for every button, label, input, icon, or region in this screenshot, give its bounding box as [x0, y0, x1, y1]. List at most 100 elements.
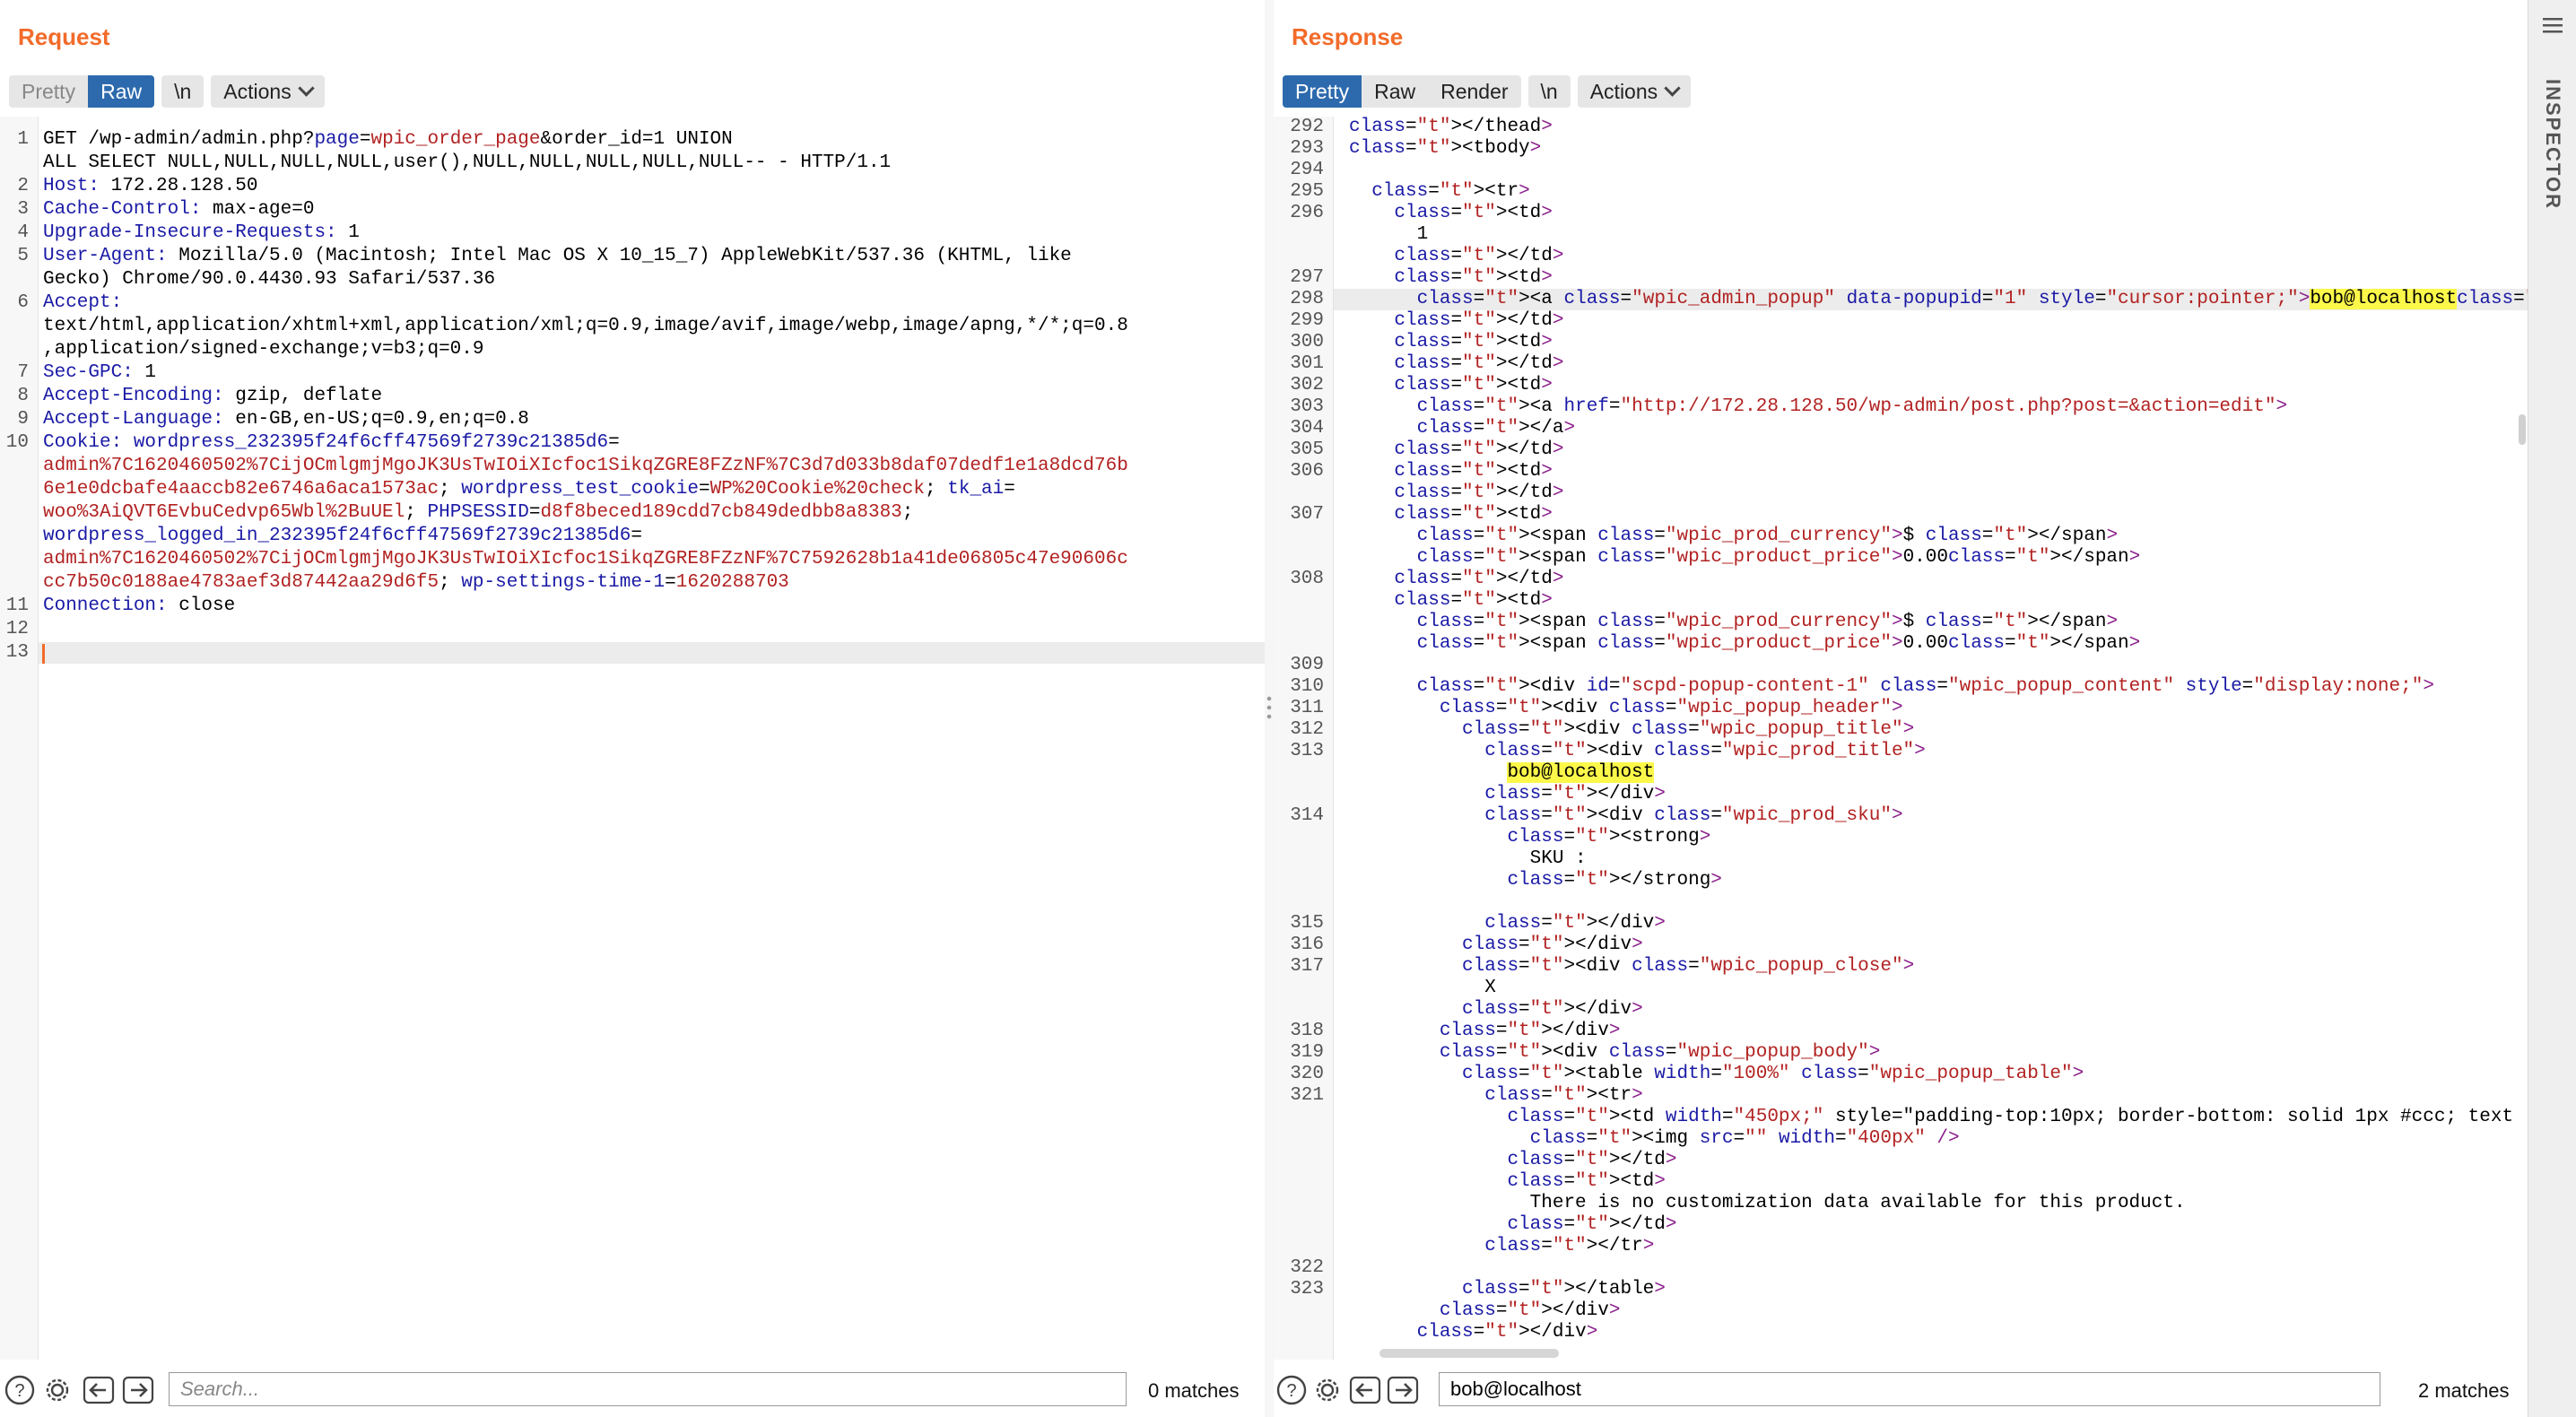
text-cursor [42, 644, 45, 664]
line-number: 4 [17, 222, 29, 243]
request-pane: Request Pretty Raw \n Actions 1234567891… [0, 0, 1265, 1417]
response-horizontal-scrollbar[interactable] [1379, 1349, 1559, 1358]
line-number: 323 [1290, 1279, 1324, 1300]
code-line: class="t"><span class="wpic_prod_currenc… [1416, 526, 2119, 546]
code-line: class="t"><td> [1394, 267, 1553, 288]
gear-icon[interactable] [41, 1374, 74, 1406]
code-line: class="t"><div id="scpd-popup-content-1"… [1416, 676, 2434, 697]
code-line: class="t"></td> [1394, 482, 1564, 503]
line-number: 314 [1290, 805, 1324, 826]
pane-divider[interactable] [1265, 0, 1274, 1417]
line-number-gutter: 1 2 3 4 5 6 7 8 9 10 11 12 13 [0, 117, 39, 1360]
previous-arrow-icon[interactable] [83, 1374, 115, 1406]
code-line: class="t"></td> [1507, 1150, 1677, 1170]
inspector-sidebar[interactable]: INSPECTOR [2528, 0, 2576, 1417]
code-line: Cookie: wordpress_232395f24f6cff47569f27… [43, 432, 620, 453]
code-line: class="t"></td> [1394, 569, 1564, 589]
line-number: 296 [1290, 203, 1324, 223]
code-line: class="t"><div class="wpic_popup_close"> [1462, 956, 1915, 977]
code-line: class="t"></td> [1394, 310, 1564, 331]
request-actions-button[interactable]: Actions [211, 75, 325, 108]
code-line: admin%7C1620460502%7CijOCmlgmjMgoJK3UsTw… [43, 456, 1128, 476]
code-line: class="t"></div> [1416, 1322, 1598, 1343]
code-line: Connection: close [43, 595, 236, 616]
code-line: text/html,application/xhtml+xml,applicat… [43, 316, 1128, 336]
line-number: 309 [1290, 655, 1324, 675]
chevron-down-icon [298, 80, 315, 97]
line-number: 312 [1290, 719, 1324, 740]
code-line: GET /wp-admin/admin.php?page=wpic_order_… [43, 129, 733, 150]
line-number: 8 [17, 386, 29, 406]
response-tab-raw[interactable]: Raw [1362, 75, 1428, 108]
line-number: 319 [1290, 1042, 1324, 1063]
response-vertical-scrollbar[interactable] [2519, 414, 2526, 445]
code-line: class="t"></div> [1462, 935, 1643, 955]
code-line: class="t"><td> [1394, 504, 1553, 525]
drag-handle-icon [1266, 694, 1272, 721]
code-line: SKU : [1349, 848, 1587, 869]
response-pane: Response Pretty Raw Render \n Actions 29… [1274, 0, 2528, 1417]
line-number: 5 [17, 246, 29, 266]
line-number: 297 [1290, 267, 1324, 288]
request-search-input[interactable] [169, 1372, 1127, 1406]
line-number: 9 [17, 409, 29, 430]
code-line: class="t"><td> [1507, 1171, 1666, 1192]
code-line: class="t"></div> [1484, 913, 1666, 934]
code-line: class="t"></td> [1394, 246, 1564, 266]
line-number: 310 [1290, 676, 1324, 697]
help-icon[interactable]: ? [4, 1374, 36, 1406]
code-line: class="t"><div class="wpic_prod_title"> [1484, 741, 1926, 761]
request-editor[interactable]: 1 2 3 4 5 6 7 8 9 10 11 12 13 GET /wp-admin/admin.ph… [0, 117, 1265, 1360]
request-newline-toggle[interactable]: \n [161, 75, 205, 108]
previous-arrow-icon[interactable] [1349, 1374, 1381, 1406]
code-line: Host: 172.28.128.50 [43, 176, 258, 196]
code-line: class="t"></td> [1394, 353, 1564, 374]
code-line: class="t"></table> [1462, 1279, 1666, 1300]
code-line: class="t"></thead> [1349, 117, 1553, 137]
code-line: class="t"></div> [1439, 1300, 1621, 1321]
hamburger-menu-icon[interactable] [2543, 16, 2564, 39]
line-number: 293 [1290, 138, 1324, 159]
next-arrow-icon[interactable] [1387, 1374, 1419, 1406]
line-number: 11 [5, 595, 29, 616]
line-number: 300 [1290, 332, 1324, 352]
response-view-tabs: Pretty Raw Render [1283, 75, 1521, 108]
line-number: 305 [1290, 439, 1324, 460]
code-line: class="t"></div> [1484, 784, 1666, 804]
response-tab-render[interactable]: Render [1428, 75, 1520, 108]
code-line: wordpress_logged_in_232395f24f6cff47569f… [43, 526, 642, 546]
gear-icon[interactable] [1311, 1374, 1344, 1406]
request-toolbar: Pretty Raw \n Actions [9, 75, 325, 108]
response-editor[interactable]: 292 293 294 295 296 297 298 299 300 301 302 303 304 3… [1274, 117, 2528, 1360]
line-number: 2 [17, 176, 29, 196]
code-line: class="t"><div class="wpic_popup_body"> [1439, 1042, 1881, 1063]
request-match-count: 0 matches [1148, 1379, 1240, 1402]
line-number: 12 [5, 619, 29, 639]
code-line: admin%7C1620460502%7CijOCmlgmjMgoJK3UsTw… [43, 549, 1128, 569]
line-number: 313 [1290, 741, 1324, 761]
code-line: Cache-Control: max-age=0 [43, 199, 315, 220]
code-line: ,application/signed-exchange;v=b3;q=0.9 [43, 339, 484, 360]
next-arrow-icon[interactable] [122, 1374, 154, 1406]
response-newline-toggle[interactable]: \n [1527, 75, 1571, 108]
request-tab-raw[interactable]: Raw [88, 75, 155, 108]
code-line: class="t"><div class="wpic_popup_header"… [1439, 698, 1903, 718]
line-number: 294 [1290, 160, 1324, 180]
request-search-bar: ? 0 matches [0, 1360, 1265, 1417]
code-line: bob@localhost [1507, 762, 1655, 783]
code-line: class="t"><td> [1394, 461, 1553, 482]
line-number: 302 [1290, 375, 1324, 396]
chevron-down-icon [1664, 80, 1681, 97]
code-line: Accept-Language: en-GB,en-US;q=0.9,en;q=… [43, 409, 529, 430]
response-search-input[interactable] [1439, 1372, 2380, 1406]
response-toolbar: Pretty Raw Render \n Actions [1283, 75, 1692, 108]
line-number: 306 [1290, 461, 1324, 482]
response-tab-pretty[interactable]: Pretty [1283, 75, 1362, 108]
response-actions-button[interactable]: Actions [1577, 75, 1692, 108]
code-line: class="t"><span class="wpic_product_pric… [1416, 633, 2141, 654]
inspector-label: INSPECTOR [2542, 79, 2564, 210]
request-tab-pretty[interactable]: Pretty [9, 75, 88, 108]
code-line: Accept: [43, 292, 123, 313]
help-icon[interactable]: ? [1275, 1374, 1308, 1406]
code-line: class="t"></td> [1507, 1214, 1677, 1235]
